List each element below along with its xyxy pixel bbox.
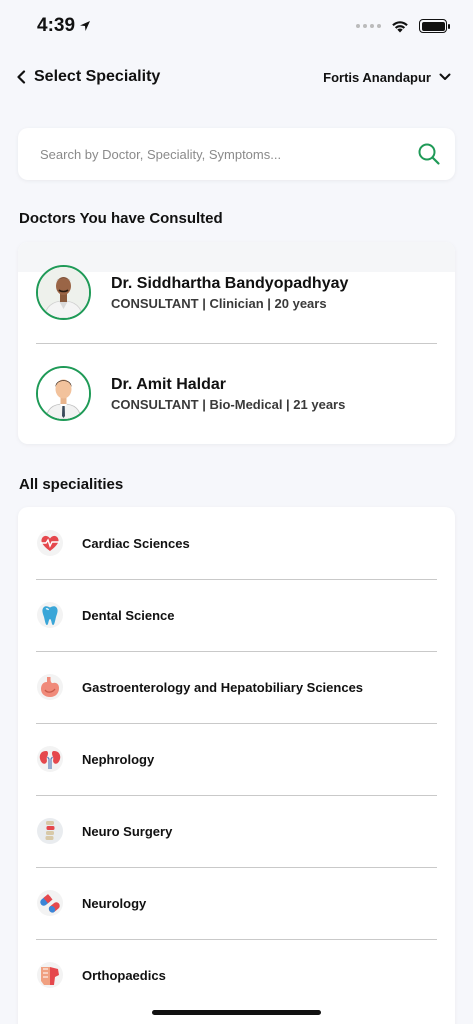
heart-icon	[36, 529, 64, 557]
speciality-label: Nephrology	[82, 751, 155, 767]
chevron-down-icon	[439, 73, 451, 80]
doctor-placeholder-icon	[38, 368, 89, 419]
status-indicators	[356, 19, 450, 33]
speciality-item-neurology[interactable]: Neurology	[18, 867, 455, 939]
status-bar: 4:39	[0, 0, 473, 52]
search-input[interactable]	[40, 146, 380, 162]
battery-icon	[419, 19, 450, 33]
consulted-doctors-card: Dr. Siddhartha Bandyopadhyay CONSULTANT …	[18, 242, 455, 444]
chevron-left-icon	[17, 70, 26, 84]
search-icon[interactable]	[417, 142, 441, 166]
wifi-icon	[392, 20, 408, 32]
speciality-label: Neurology	[82, 895, 147, 911]
location-label: Fortis Anandapur	[323, 69, 431, 85]
location-selector[interactable]: Fortis Anandapur	[323, 70, 451, 85]
specialities-card: Cardiac Sciences Dental Science Gastroen…	[18, 507, 455, 1024]
stomach-icon	[36, 673, 64, 701]
specialities-section-title: All specialities	[19, 476, 124, 493]
doctor-name: Dr. Siddhartha Bandyopadhyay	[111, 274, 349, 292]
doctor-info: Dr. Amit Haldar CONSULTANT | Bio-Medical…	[111, 376, 345, 412]
tooth-icon	[36, 601, 64, 629]
doctor-meta: CONSULTANT | Bio-Medical | 21 years	[111, 396, 346, 412]
home-indicator	[152, 1010, 321, 1015]
doctor-name: Dr. Amit Haldar	[111, 375, 226, 393]
doctor-row[interactable]: Dr. Amit Haldar CONSULTANT | Bio-Medical…	[18, 343, 455, 444]
doctor-avatar	[36, 366, 91, 421]
spine-icon	[36, 817, 64, 845]
signal-icon	[356, 24, 381, 28]
speciality-item-neuro-surgery[interactable]: Neuro Surgery	[18, 795, 455, 867]
doctor-meta: CONSULTANT | Clinician | 20 years	[111, 295, 327, 311]
speciality-label: Dental Science	[82, 607, 175, 623]
doctor-row[interactable]: Dr. Siddhartha Bandyopadhyay CONSULTANT …	[18, 242, 455, 343]
doctor-avatar	[36, 265, 91, 320]
kidney-icon	[36, 745, 64, 773]
capsule-icon	[36, 889, 64, 917]
location-arrow-icon	[80, 21, 91, 31]
status-time: 4:39	[37, 15, 91, 37]
speciality-item-nephrology[interactable]: Nephrology	[18, 723, 455, 795]
doctor-photo-icon	[38, 267, 89, 318]
speciality-item-dental[interactable]: Dental Science	[18, 579, 455, 651]
bone-icon	[36, 961, 64, 989]
speciality-item-cardiac[interactable]: Cardiac Sciences	[18, 507, 455, 579]
speciality-label: Cardiac Sciences	[82, 535, 190, 551]
speciality-item-gastro[interactable]: Gastroenterology and Hepatobiliary Scien…	[18, 651, 455, 723]
search-bar	[18, 128, 455, 180]
speciality-label: Orthopaedics	[82, 967, 166, 983]
consulted-section-title: Doctors You have Consulted	[19, 210, 223, 227]
back-button[interactable]: Select Speciality	[16, 68, 160, 86]
page-title: Select Speciality	[34, 68, 161, 85]
speciality-item-orthopaedics[interactable]: Orthopaedics	[18, 939, 455, 1011]
doctor-info: Dr. Siddhartha Bandyopadhyay CONSULTANT …	[111, 275, 348, 311]
header: Select Speciality Fortis Anandapur	[0, 58, 473, 96]
speciality-label: Neuro Surgery	[82, 823, 173, 839]
time-text: 4:39	[37, 15, 76, 36]
speciality-label: Gastroenterology and Hepatobiliary Scien…	[82, 679, 364, 695]
